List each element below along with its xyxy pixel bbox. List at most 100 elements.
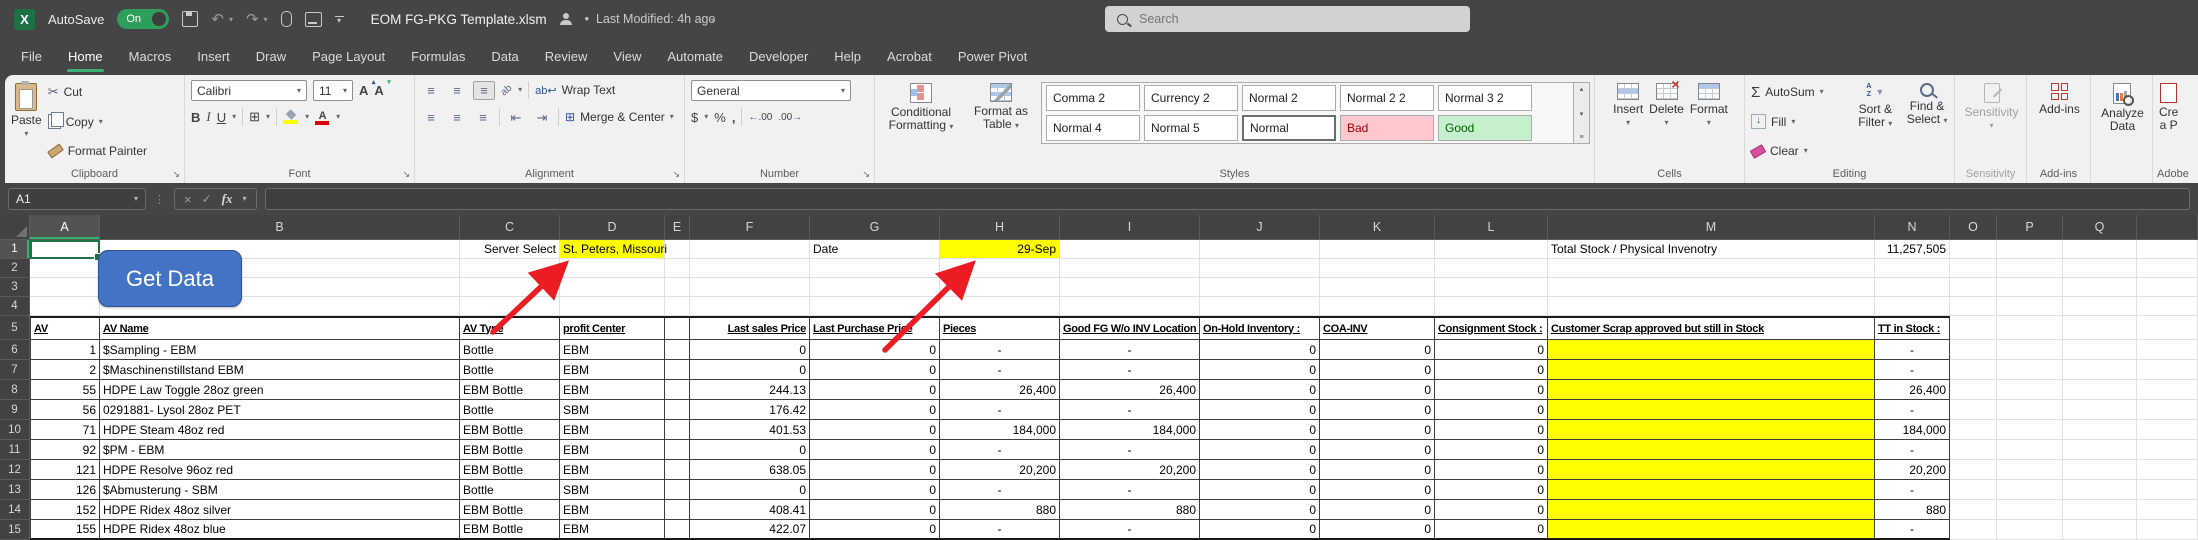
menu-tab-page-layout[interactable]: Page Layout [299,38,398,75]
redo-icon[interactable]: ↷ [246,12,259,27]
align-right-button[interactable]: ≡ [473,109,493,126]
cell-K5[interactable]: COA-INV [1320,316,1435,340]
cell-L2[interactable] [1435,259,1548,278]
cell-K12[interactable]: 0 [1320,460,1435,480]
cell-O11[interactable] [1950,440,1997,460]
cell-I4[interactable] [1060,297,1200,316]
cell-C11[interactable]: EBM Bottle [460,440,560,460]
cell-N11[interactable]: - [1875,440,1950,460]
cell-N7[interactable]: - [1875,360,1950,380]
cell-J5[interactable]: On-Hold Inventory : [1200,316,1320,340]
cancel-entry-button[interactable]: × [184,192,192,207]
cell-A11[interactable]: 92 [30,440,100,460]
cell-E1[interactable] [665,240,690,259]
cell-N3[interactable] [1875,278,1950,297]
save-icon[interactable] [182,11,198,27]
share-person-icon[interactable] [560,13,572,25]
sort-filter-button[interactable]: Sort &Filter ▾ [1852,80,1898,163]
cell-B10[interactable]: HDPE Steam 48oz red [100,420,460,440]
cell-K9[interactable]: 0 [1320,400,1435,420]
cell-E9[interactable] [665,400,690,420]
cell-G14[interactable]: 0 [810,500,940,520]
cell-J6[interactable]: 0 [1200,340,1320,360]
cell-E8[interactable] [665,380,690,400]
comma-style-button[interactable]: , [732,110,736,125]
cell-X8[interactable] [2137,380,2198,400]
cell-L15[interactable]: 0 [1435,520,1548,540]
cell-B8[interactable]: HDPE Law Toggle 28oz green [100,380,460,400]
cell-X6[interactable] [2137,340,2198,360]
cell-X15[interactable] [2137,520,2198,540]
cell-J3[interactable] [1200,278,1320,297]
menu-tab-formulas[interactable]: Formulas [398,38,478,75]
cell-E10[interactable] [665,420,690,440]
last-modified-label[interactable]: Last Modified: 4h ago ▾ [585,12,715,26]
autosave-toggle[interactable]: On [117,9,169,29]
cell-D4[interactable] [560,297,665,316]
paste-button[interactable]: Paste ▾ [11,80,42,163]
cell-L5[interactable]: Consignment Stock : [1435,316,1548,340]
col-header-Q[interactable]: Q [2063,215,2137,240]
cell-N1[interactable]: 11,257,505 [1875,240,1950,259]
style-chip-bad[interactable]: Bad [1340,115,1434,141]
cell-D1[interactable]: St. Peters, Missouri [560,240,665,259]
menu-tab-home[interactable]: Home [55,38,116,75]
col-header-P[interactable]: P [1997,215,2063,240]
cell-X2[interactable] [2137,259,2198,278]
style-chip-normal-5[interactable]: Normal 5 [1144,115,1238,141]
cell-N5[interactable]: TT in Stock : [1875,316,1950,340]
cell-I9[interactable]: - [1060,400,1200,420]
cell-B12[interactable]: HDPE Resolve 96oz red [100,460,460,480]
cell-J10[interactable]: 0 [1200,420,1320,440]
cell-H9[interactable]: - [940,400,1060,420]
cell-M7[interactable] [1548,360,1875,380]
cell-O15[interactable] [1950,520,1997,540]
cell-F14[interactable]: 408.41 [690,500,810,520]
cell-P14[interactable] [1997,500,2063,520]
cell-F13[interactable]: 0 [690,480,810,500]
cell-G2[interactable] [810,259,940,278]
cell-K4[interactable] [1320,297,1435,316]
cell-X7[interactable] [2137,360,2198,380]
name-box[interactable]: A1▾ [8,188,146,210]
cell-A6[interactable]: 1 [30,340,100,360]
cell-M5[interactable]: Customer Scrap approved but still in Sto… [1548,316,1875,340]
cell-E11[interactable] [665,440,690,460]
row-header-4[interactable]: 4 [0,297,30,316]
col-header-C[interactable]: C [460,215,560,240]
addins-button[interactable]: Add-ins [2039,80,2080,163]
borders-button[interactable]: ⊞ [249,109,260,125]
cell-L6[interactable]: 0 [1435,340,1548,360]
cell-P9[interactable] [1997,400,2063,420]
cell-H5[interactable]: Pieces [940,316,1060,340]
bold-button[interactable]: B [191,110,200,125]
row-header-14[interactable]: 14 [0,500,30,520]
cell-L13[interactable]: 0 [1435,480,1548,500]
cell-H15[interactable]: - [940,520,1060,540]
col-header-M[interactable]: M [1548,215,1875,240]
cell-E2[interactable] [665,259,690,278]
cell-F8[interactable]: 244.13 [690,380,810,400]
cell-A12[interactable]: 121 [30,460,100,480]
cell-H14[interactable]: 880 [940,500,1060,520]
cell-D10[interactable]: EBM [560,420,665,440]
style-chip-normal-2[interactable]: Normal 2 [1242,85,1336,111]
cell-F7[interactable]: 0 [690,360,810,380]
cell-M3[interactable] [1548,278,1875,297]
cell-X3[interactable] [2137,278,2198,297]
cell-E7[interactable] [665,360,690,380]
row-header-13[interactable]: 13 [0,480,30,500]
cell-H12[interactable]: 20,200 [940,460,1060,480]
cell-B11[interactable]: $PM - EBM [100,440,460,460]
format-cells-button[interactable]: Format▾ [1690,80,1728,163]
cell-N13[interactable]: - [1875,480,1950,500]
menu-tab-draw[interactable]: Draw [243,38,299,75]
cell-E4[interactable] [665,297,690,316]
col-header-L[interactable]: L [1435,215,1548,240]
gallery-down-icon[interactable]: ▾ [1580,110,1584,118]
cell-M9[interactable] [1548,400,1875,420]
cell-K1[interactable] [1320,240,1435,259]
cell-G15[interactable]: 0 [810,520,940,540]
cell-G8[interactable]: 0 [810,380,940,400]
menu-tab-insert[interactable]: Insert [184,38,243,75]
